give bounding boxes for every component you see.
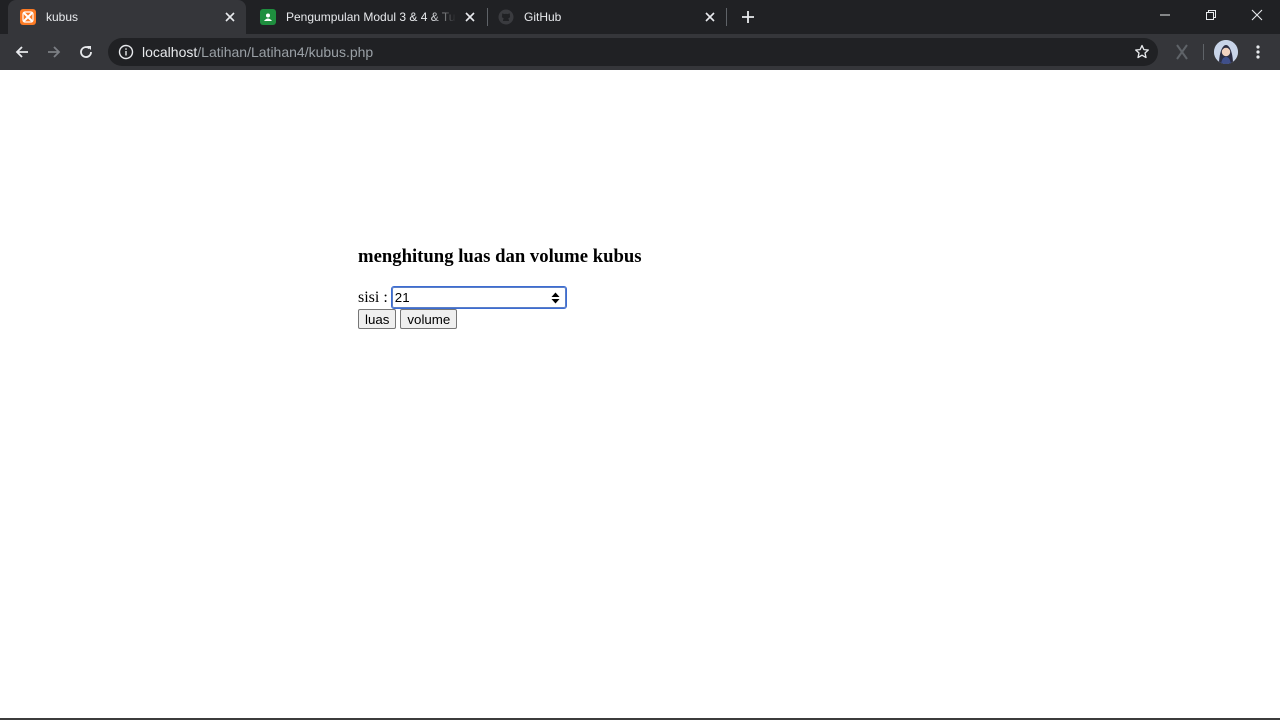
volume-button[interactable]: volume bbox=[400, 309, 458, 329]
github-icon bbox=[498, 9, 514, 25]
plus-icon bbox=[742, 11, 754, 23]
toolbar-separator bbox=[1203, 44, 1204, 60]
bookmark-star-icon[interactable] bbox=[1134, 44, 1150, 60]
close-window-button[interactable] bbox=[1234, 0, 1280, 30]
tab-kubus[interactable]: kubus bbox=[8, 0, 246, 34]
info-icon[interactable] bbox=[118, 44, 134, 60]
url-path: /Latihan/Latihan4/kubus.php bbox=[197, 44, 374, 60]
restore-icon bbox=[1206, 10, 1216, 20]
new-tab-button[interactable] bbox=[738, 7, 758, 27]
tab-pengumpulan[interactable]: Pengumpulan Modul 3 & 4 & Tugas bbox=[248, 0, 486, 34]
profile-avatar[interactable] bbox=[1214, 40, 1238, 64]
tab-separator bbox=[726, 8, 727, 26]
close-tab-icon[interactable] bbox=[462, 9, 478, 25]
back-button[interactable] bbox=[8, 38, 36, 66]
sisi-label: sisi : bbox=[358, 288, 388, 306]
button-row: luas volume bbox=[358, 309, 461, 329]
extension-icon[interactable] bbox=[1172, 42, 1192, 62]
tab-title: Pengumpulan Modul 3 & 4 & Tugas bbox=[286, 10, 456, 24]
number-spinner-icon[interactable] bbox=[551, 291, 561, 305]
address-bar[interactable]: localhost/Latihan/Latihan4/kubus.php bbox=[108, 38, 1158, 66]
sisi-number-input[interactable]: 21 bbox=[390, 286, 567, 309]
sisi-row: sisi : 21 bbox=[358, 286, 567, 309]
page-heading: menghitung luas dan volume kubus bbox=[358, 246, 642, 267]
close-tab-icon[interactable] bbox=[222, 9, 238, 25]
browser-toolbar: localhost/Latihan/Latihan4/kubus.php bbox=[0, 34, 1280, 70]
close-icon bbox=[1251, 9, 1263, 21]
minimize-icon bbox=[1160, 14, 1170, 16]
page-content: menghitung luas dan volume kubus sisi : … bbox=[0, 70, 1280, 718]
minimize-button[interactable] bbox=[1142, 0, 1188, 30]
url-text: localhost/Latihan/Latihan4/kubus.php bbox=[142, 44, 373, 60]
title-bar: kubus Pengumpulan Modul 3 & 4 & Tugas Gi… bbox=[0, 0, 1280, 34]
xampp-icon bbox=[20, 9, 36, 25]
arrow-left-icon bbox=[15, 46, 28, 58]
tab-title: GitHub bbox=[524, 10, 562, 24]
arrow-right-icon bbox=[48, 46, 61, 58]
reload-button[interactable] bbox=[72, 38, 100, 66]
menu-button[interactable] bbox=[1248, 42, 1268, 62]
restore-button[interactable] bbox=[1188, 0, 1234, 30]
sisi-value: 21 bbox=[394, 290, 410, 305]
close-tab-icon[interactable] bbox=[702, 9, 718, 25]
forward-button[interactable] bbox=[40, 38, 68, 66]
google-classroom-icon bbox=[260, 9, 276, 25]
kebab-menu-icon bbox=[1256, 45, 1260, 59]
url-host: localhost bbox=[142, 44, 198, 60]
reload-icon bbox=[80, 46, 92, 58]
luas-button[interactable]: luas bbox=[358, 309, 397, 329]
tab-title: kubus bbox=[46, 10, 79, 24]
tab-github[interactable]: GitHub bbox=[488, 0, 726, 34]
